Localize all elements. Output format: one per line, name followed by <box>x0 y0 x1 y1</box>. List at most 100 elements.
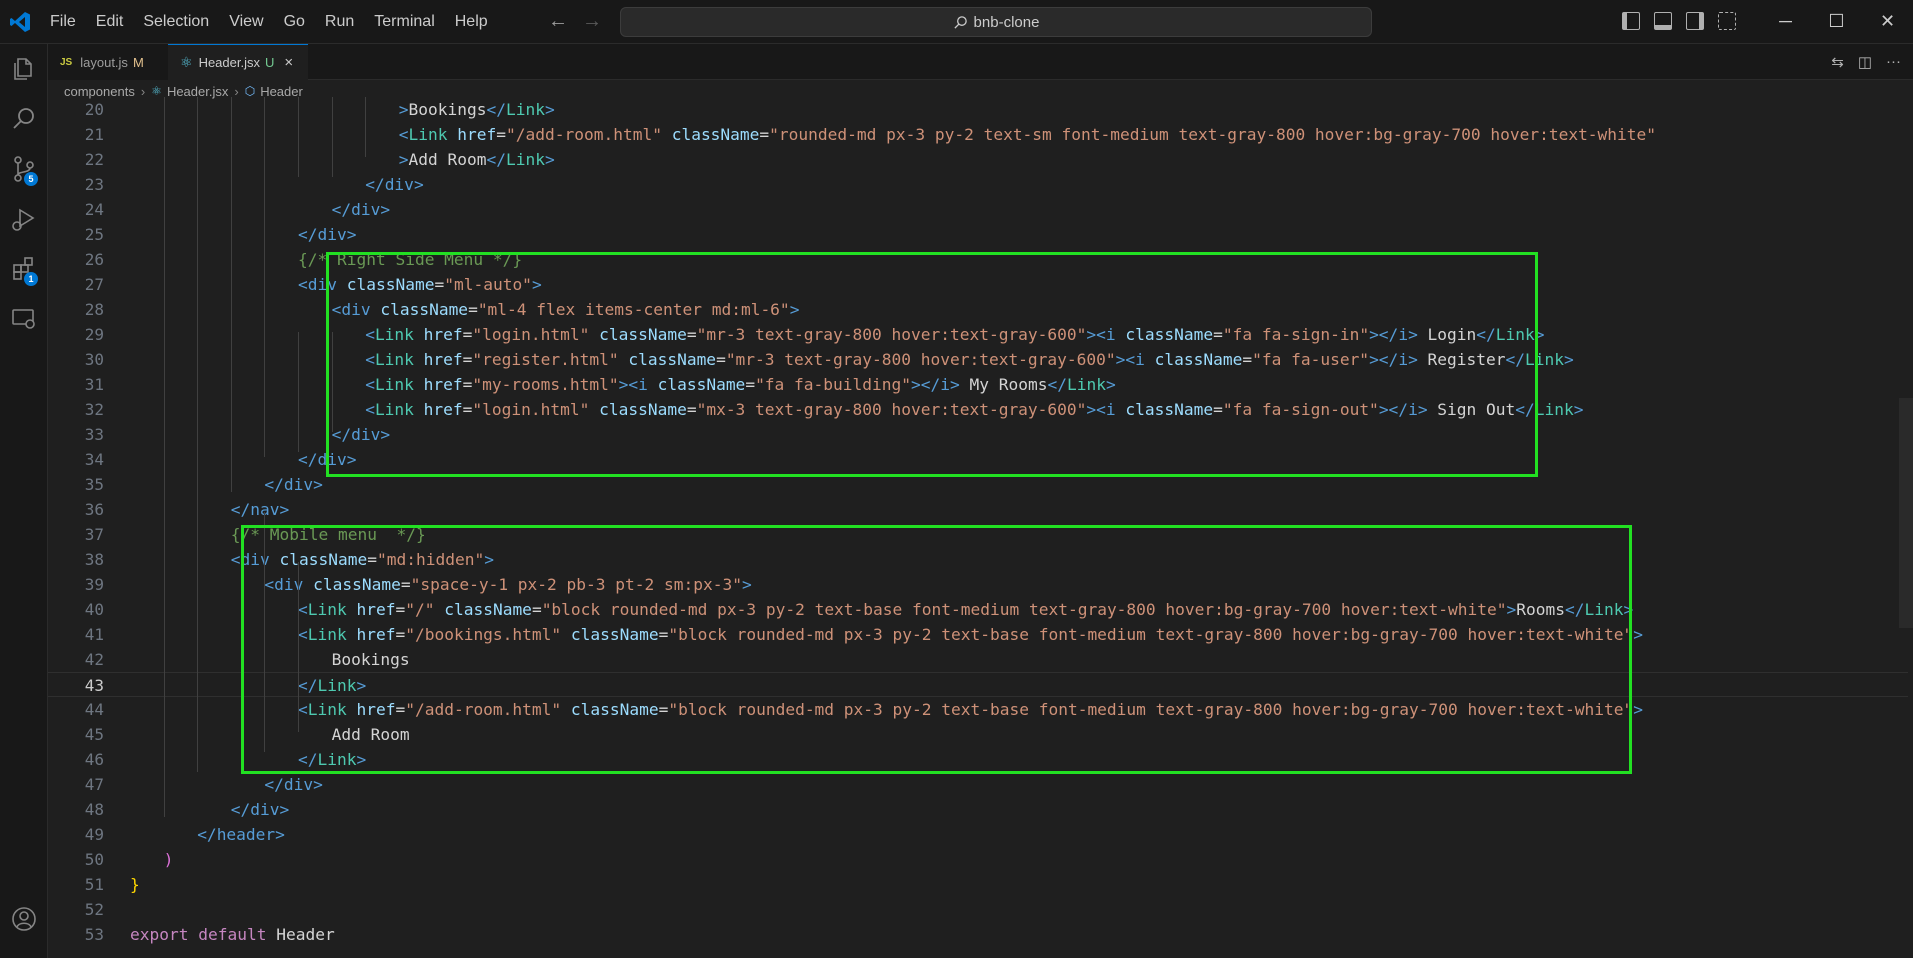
code-line[interactable]: 51} <box>48 872 1908 897</box>
activity-bar: 5 1 <box>0 44 48 958</box>
line-number: 25 <box>84 225 104 244</box>
code-line[interactable]: 36 </nav> <box>48 497 1908 522</box>
forward-arrow-icon[interactable]: → <box>582 10 602 33</box>
code-token: > <box>1564 350 1574 369</box>
untracked-indicator: U <box>264 55 275 70</box>
search-icon <box>953 15 967 29</box>
customize-layout-icon[interactable] <box>1718 12 1736 30</box>
line-number: 20 <box>84 100 104 119</box>
window-controls: ─ ☐ ✕ <box>1760 0 1913 44</box>
code-text: >Add Room</Link> <box>399 147 555 172</box>
compare-changes-icon[interactable]: ⇆ <box>1831 53 1844 71</box>
code-line[interactable]: 22 >Add Room</Link> <box>48 147 1908 172</box>
toggle-secondary-sidebar-icon[interactable] <box>1686 12 1704 30</box>
menu-help[interactable]: Help <box>445 13 498 31</box>
code-line[interactable]: 53 export default Header <box>48 922 1908 947</box>
code-line[interactable]: 48 </div> <box>48 797 1908 822</box>
code-token: Bookings <box>408 100 487 119</box>
line-number: 42 <box>84 650 104 669</box>
tab-header-jsx[interactable]: ⚛ Header.jsx U × <box>168 44 308 80</box>
explorer-icon[interactable] <box>9 54 39 84</box>
code-token: > <box>545 150 555 169</box>
code-token: default <box>198 925 267 944</box>
back-arrow-icon[interactable]: ← <box>548 10 568 33</box>
accounts-icon[interactable] <box>9 904 39 934</box>
menu-selection[interactable]: Selection <box>133 13 219 31</box>
command-center-search[interactable]: bnb-clone <box>620 7 1372 37</box>
minimize-icon[interactable]: ─ <box>1760 0 1811 44</box>
more-actions-icon[interactable]: ··· <box>1886 53 1901 71</box>
code-line[interactable]: 21 <Link href="/add-room.html" className=… <box>48 122 1908 147</box>
indent-guide <box>197 97 199 772</box>
code-token: < <box>230 550 241 569</box>
code-token: > <box>346 225 357 244</box>
code-line[interactable]: 50) <box>48 847 1908 872</box>
code-text: </div> <box>298 222 357 247</box>
code-token: div <box>351 200 381 219</box>
code-line[interactable]: 47 </div> <box>48 772 1908 797</box>
code-token: </ <box>264 475 284 494</box>
code-line[interactable]: 25 </div> <box>48 222 1908 247</box>
code-token: > <box>380 200 391 219</box>
menu-file[interactable]: File <box>40 13 86 31</box>
code-token: > <box>1573 400 1584 419</box>
line-number: 38 <box>84 550 104 569</box>
code-editor[interactable]: 20 >Bookings</Link> 21 <Link href="/add-roo… <box>48 97 1913 958</box>
code-text: export default Header <box>130 922 335 947</box>
highlight-mobile-menu <box>241 525 1632 774</box>
code-line[interactable]: 24 </div> <box>48 197 1908 222</box>
menu-view[interactable]: View <box>219 13 273 31</box>
toggle-panel-icon[interactable] <box>1654 12 1672 30</box>
source-control-badge: 5 <box>24 172 38 186</box>
code-token: export <box>130 925 189 944</box>
code-token: > <box>398 150 409 169</box>
editor-tabs: JS layout.js M ⚛ Header.jsx U × ⇆ ◫ ··· <box>48 44 1913 80</box>
code-token: > <box>313 475 323 494</box>
code-token: </ <box>331 200 352 219</box>
code-token: > <box>545 100 555 119</box>
line-number: 26 <box>84 250 104 269</box>
code-token: Header <box>266 925 335 944</box>
line-number: 33 <box>84 425 104 444</box>
line-number: 22 <box>84 150 104 169</box>
line-number: 40 <box>84 600 104 619</box>
line-number: 45 <box>84 725 104 744</box>
line-number: 35 <box>84 475 104 494</box>
line-number: 51 <box>84 875 104 894</box>
code-token: "rounded-md px-3 py-2 text-sm font-mediu… <box>769 125 1657 144</box>
code-line[interactable]: 20 >Bookings</Link> <box>48 97 1908 122</box>
indent-guide <box>230 97 232 492</box>
code-token: "/add-room.html" <box>506 125 662 144</box>
code-token: </ <box>298 450 318 469</box>
code-line[interactable]: 52 <box>48 897 1908 922</box>
menu-terminal[interactable]: Terminal <box>364 13 444 31</box>
line-number: 28 <box>84 300 104 319</box>
menu-edit[interactable]: Edit <box>86 13 134 31</box>
menu-go[interactable]: Go <box>274 13 315 31</box>
code-token: > <box>413 175 424 194</box>
run-debug-icon[interactable] <box>9 204 39 234</box>
search-view-icon[interactable] <box>9 104 39 134</box>
code-token: </ <box>230 500 251 519</box>
toggle-primary-sidebar-icon[interactable] <box>1622 12 1640 30</box>
code-text: </div> <box>264 772 323 797</box>
code-text: </nav> <box>231 497 290 522</box>
code-text: >Bookings</Link> <box>399 97 555 122</box>
close-tab-icon[interactable]: × <box>284 54 293 71</box>
code-text: <Link href="/add-room.html" className="r… <box>399 122 1656 147</box>
code-text: </div> <box>231 797 290 822</box>
remote-explorer-icon[interactable] <box>9 304 39 334</box>
split-editor-icon[interactable]: ◫ <box>1858 53 1872 71</box>
line-number: 36 <box>84 500 104 519</box>
line-number: 23 <box>84 175 104 194</box>
code-line[interactable]: 23 </div> <box>48 172 1908 197</box>
close-window-icon[interactable]: ✕ <box>1862 0 1913 44</box>
maximize-icon[interactable]: ☐ <box>1811 0 1862 44</box>
line-number: 29 <box>84 325 104 344</box>
code-line[interactable]: 49 </header> <box>48 822 1908 847</box>
line-number: 41 <box>84 625 104 644</box>
menu-run[interactable]: Run <box>315 13 364 31</box>
code-token: div <box>283 775 314 794</box>
tab-layout-js[interactable]: JS layout.js M <box>48 44 168 80</box>
